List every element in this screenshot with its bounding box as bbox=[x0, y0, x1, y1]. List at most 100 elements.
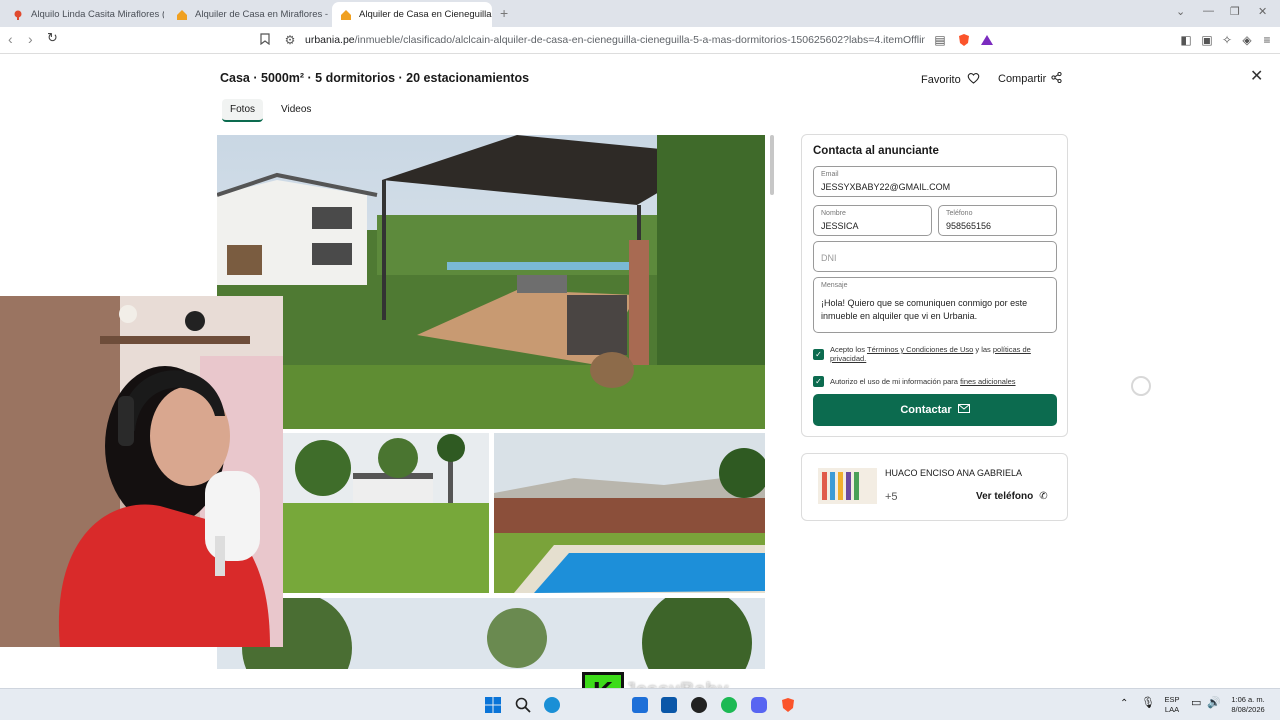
language-top: ESP bbox=[1164, 695, 1180, 704]
message-label: Mensaje bbox=[821, 282, 848, 289]
spotify-icon[interactable] bbox=[721, 697, 737, 713]
contact-button-label: Contactar bbox=[900, 404, 952, 416]
contact-button[interactable]: Contactar bbox=[813, 394, 1057, 426]
message-value: ¡Hola! Quiero que se comuniquen conmigo … bbox=[821, 298, 1028, 321]
contact-form: Contacta al anunciante Email JESSYXBABY2… bbox=[801, 134, 1068, 437]
volume-icon[interactable]: 🔊 bbox=[1207, 698, 1221, 709]
location-pin-icon bbox=[12, 9, 24, 21]
agent-card: HUACO ENCISO ANA GABRIELA +5 Ver teléfon… bbox=[801, 453, 1068, 521]
gallery-photo[interactable] bbox=[217, 598, 765, 669]
additional-purposes-link[interactable]: fines adicionales bbox=[960, 377, 1015, 386]
brave-shield-icon[interactable] bbox=[957, 33, 971, 47]
gallery-scrollbar[interactable] bbox=[770, 135, 774, 195]
store-icon[interactable] bbox=[661, 697, 677, 713]
edge-icon[interactable] bbox=[544, 697, 560, 713]
tab-title: Alquiler de Casa en Miraflores - Lima bbox=[195, 9, 330, 20]
media-tabs: Fotos Videos bbox=[222, 99, 319, 122]
dni-placeholder: DNI bbox=[821, 253, 837, 263]
favorite-button[interactable]: Favorito bbox=[921, 72, 980, 87]
address-bar[interactable]: urbania.pe/inmueble/clasificado/alclcain… bbox=[305, 34, 925, 46]
vpn-icon[interactable]: ◈ bbox=[1240, 33, 1254, 47]
webcam-overlay bbox=[0, 296, 283, 647]
tab-list-icon[interactable]: ⌄ bbox=[1176, 5, 1185, 18]
house-icon bbox=[176, 9, 188, 21]
tab-title: Alquiler de Casa en Cieneguilla bbox=[359, 9, 492, 20]
show-phone-label: Ver teléfono bbox=[976, 491, 1034, 502]
back-icon[interactable]: ‹ bbox=[8, 31, 13, 47]
reload-icon[interactable]: ↻ bbox=[47, 30, 58, 46]
reader-mode-icon[interactable]: ▤ bbox=[933, 33, 947, 47]
new-tab-icon[interactable]: + bbox=[500, 5, 508, 21]
restore-icon[interactable]: ❐ bbox=[1230, 5, 1240, 18]
loading-spinner bbox=[1131, 376, 1151, 396]
windows-start-icon[interactable] bbox=[485, 697, 501, 713]
gallery-photo[interactable] bbox=[494, 433, 765, 593]
photo-gallery[interactable] bbox=[217, 135, 765, 669]
message-field[interactable]: Mensaje ¡Hola! Quiero que se comuniquen … bbox=[813, 277, 1057, 333]
terms-mid: y las bbox=[973, 345, 993, 354]
phone-label: Teléfono bbox=[946, 210, 973, 217]
terms-link[interactable]: Términos y Condiciones de Uso bbox=[867, 345, 973, 354]
phone-value: 958565156 bbox=[946, 221, 992, 231]
wallet-icon[interactable]: ▣ bbox=[1200, 33, 1214, 47]
gallery-photo[interactable] bbox=[283, 433, 489, 593]
tab-title: Alquilo Linda Casita Miraflores (A. C... bbox=[31, 9, 164, 20]
main-photo[interactable] bbox=[217, 135, 765, 429]
brave-icon[interactable] bbox=[780, 697, 796, 713]
email-field[interactable]: Email JESSYXBABY22@GMAIL.COM bbox=[813, 166, 1057, 197]
show-hidden-icons[interactable]: ⌃ bbox=[1120, 699, 1128, 709]
minimize-icon[interactable]: — bbox=[1203, 5, 1214, 17]
leo-ai-icon[interactable]: ✧ bbox=[1220, 33, 1234, 47]
search-icon[interactable] bbox=[515, 697, 531, 713]
language-bottom: LAA bbox=[1164, 705, 1180, 714]
taskbar: ⌃ 🎙 ESP LAA ▭ 🔊 1:06 a. m. 8/08/2026 bbox=[0, 688, 1280, 720]
phone-field[interactable]: Teléfono 958565156 bbox=[938, 205, 1057, 236]
rewards-icon[interactable] bbox=[980, 33, 994, 47]
name-value: JESSICA bbox=[821, 221, 859, 231]
tab-fotos[interactable]: Fotos bbox=[222, 99, 264, 122]
agent-logo bbox=[818, 468, 877, 504]
close-window-icon[interactable]: ✕ bbox=[1258, 5, 1267, 18]
discord-icon[interactable] bbox=[751, 697, 767, 713]
share-icon bbox=[1051, 71, 1062, 86]
bookmark-icon[interactable] bbox=[258, 33, 272, 47]
sidebar-icon[interactable]: ◧ bbox=[1179, 33, 1193, 47]
clock[interactable]: 1:06 a. m. 8/08/2026 bbox=[1226, 695, 1270, 715]
heart-icon bbox=[967, 72, 980, 87]
obs-icon[interactable] bbox=[691, 697, 707, 713]
phone-icon: ✆ bbox=[1039, 491, 1048, 502]
name-field[interactable]: Nombre JESSICA bbox=[813, 205, 932, 236]
terms-prefix: Acepto los bbox=[830, 345, 867, 354]
close-modal-icon[interactable]: ✕ bbox=[1250, 66, 1263, 86]
browser-tab[interactable]: Alquilo Linda Casita Miraflores (A. C... bbox=[4, 2, 164, 27]
browser-tab-active[interactable]: Alquiler de Casa en Cieneguilla ✕ bbox=[332, 2, 492, 27]
dni-field[interactable]: DNI bbox=[813, 241, 1057, 272]
show-phone-button[interactable]: Ver teléfono ✆ bbox=[976, 491, 1048, 502]
menu-icon[interactable]: ≡ bbox=[1260, 33, 1274, 47]
language-indicator[interactable]: ESP LAA bbox=[1162, 695, 1182, 715]
agent-name: HUACO ENCISO ANA GABRIELA bbox=[885, 468, 1023, 478]
terms-text: Acepto los Términos y Condiciones de Uso… bbox=[830, 345, 1052, 363]
contact-form-title: Contacta al anunciante bbox=[813, 145, 939, 157]
authorize-checkbox[interactable]: ✓ bbox=[813, 376, 824, 387]
microphone-icon[interactable]: 🎙 bbox=[1141, 698, 1155, 709]
network-icon[interactable]: ▭ bbox=[1191, 698, 1201, 709]
forward-icon[interactable]: › bbox=[28, 31, 33, 47]
share-label: Compartir bbox=[998, 73, 1047, 85]
authorize-prefix: Autorizo el uso de mi información para bbox=[830, 377, 961, 386]
share-button[interactable]: Compartir bbox=[998, 71, 1062, 86]
agent-phone-prefix: +5 bbox=[885, 491, 898, 503]
browser-tab-strip: Alquilo Linda Casita Miraflores (A. C...… bbox=[0, 0, 1280, 27]
browser-tab[interactable]: Alquiler de Casa en Miraflores - Lima bbox=[168, 2, 330, 27]
envelope-icon bbox=[957, 404, 970, 416]
email-value: JESSYXBABY22@GMAIL.COM bbox=[821, 182, 951, 192]
tab-videos[interactable]: Videos bbox=[273, 99, 319, 122]
browser-toolbar: ‹ › ↻ ⚙ urbania.pe/inmueble/clasificado/… bbox=[0, 27, 1280, 54]
house-icon bbox=[340, 9, 352, 21]
name-label: Nombre bbox=[821, 210, 846, 217]
terms-checkbox[interactable]: ✓ bbox=[813, 349, 824, 360]
url-path: /inmueble/clasificado/alclcain-alquiler-… bbox=[354, 34, 925, 46]
url-host: urbania.pe bbox=[305, 34, 355, 46]
outlook-icon[interactable] bbox=[632, 697, 648, 713]
site-settings-icon[interactable]: ⚙ bbox=[283, 33, 297, 47]
